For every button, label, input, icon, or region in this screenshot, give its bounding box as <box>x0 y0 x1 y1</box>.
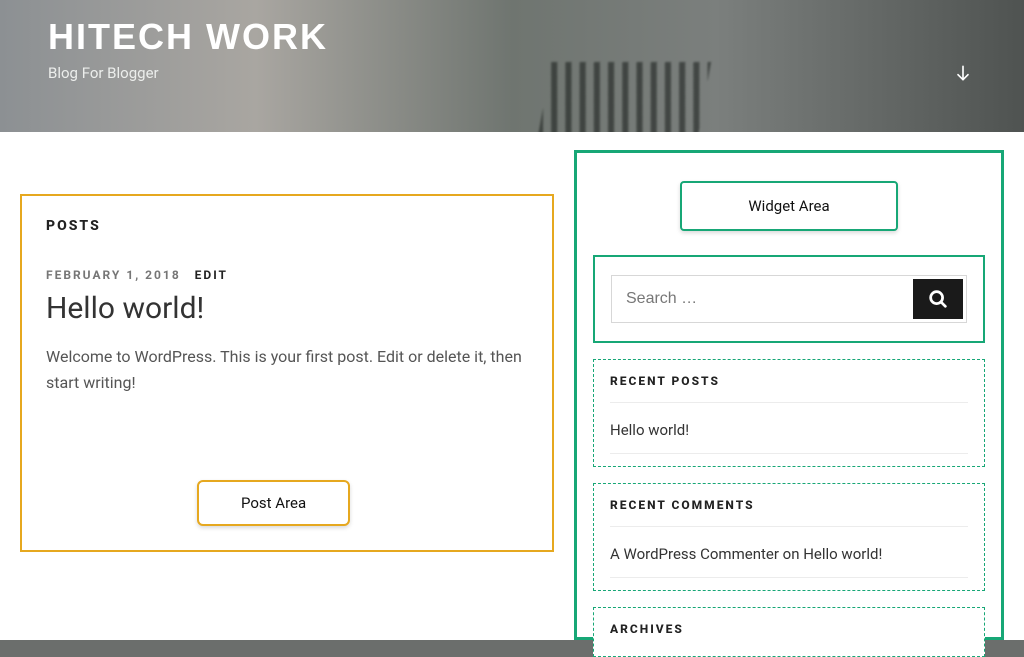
site-tagline: Blog For Blogger <box>48 64 976 82</box>
archives-widget: ARCHIVES <box>593 607 985 657</box>
widget-area-label: Widget Area <box>680 181 898 231</box>
search-widget <box>593 255 985 343</box>
post-area-label: Post Area <box>197 480 350 526</box>
recent-comments-heading: RECENT COMMENTS <box>610 498 968 512</box>
arrow-down-icon <box>953 63 973 83</box>
divider <box>610 526 968 527</box>
post-meta: FEBRUARY 1, 2018 EDIT <box>46 264 528 283</box>
recent-comments-widget: RECENT COMMENTS A WordPress Commenter on… <box>593 483 985 591</box>
site-header: HITECH WORK Blog For Blogger <box>0 0 1024 132</box>
divider <box>610 577 968 578</box>
recent-posts-heading: RECENT POSTS <box>610 374 968 388</box>
page-body: POSTS FEBRUARY 1, 2018 EDIT Hello world!… <box>0 132 1024 640</box>
search-icon <box>927 288 949 310</box>
comment-target-link[interactable]: Hello world! <box>803 545 882 563</box>
post-date: FEBRUARY 1, 2018 <box>46 268 181 282</box>
divider <box>610 402 968 403</box>
search-form <box>611 275 967 323</box>
search-button[interactable] <box>913 279 963 319</box>
post-area-annotation: POSTS FEBRUARY 1, 2018 EDIT Hello world!… <box>20 194 554 552</box>
site-title[interactable]: HITECH WORK <box>48 16 976 58</box>
recent-post-link[interactable]: Hello world! <box>610 415 689 449</box>
divider <box>610 453 968 454</box>
recent-comment-item: A WordPress Commenter on Hello world! <box>610 539 968 573</box>
post-excerpt: Welcome to WordPress. This is your first… <box>46 344 528 395</box>
search-input[interactable] <box>612 276 910 322</box>
comment-connector: on <box>779 545 803 563</box>
post-edit-link[interactable]: EDIT <box>195 268 228 282</box>
post-title-link[interactable]: Hello world! <box>46 291 528 326</box>
archives-heading: ARCHIVES <box>610 622 968 636</box>
commenter-link[interactable]: A WordPress Commenter <box>610 545 779 563</box>
widget-area-annotation: Widget Area RECENT POSTS Hello world! RE… <box>574 150 1004 640</box>
scroll-down-button[interactable] <box>948 58 978 88</box>
posts-heading: POSTS <box>46 218 528 234</box>
recent-posts-widget: RECENT POSTS Hello world! <box>593 359 985 467</box>
